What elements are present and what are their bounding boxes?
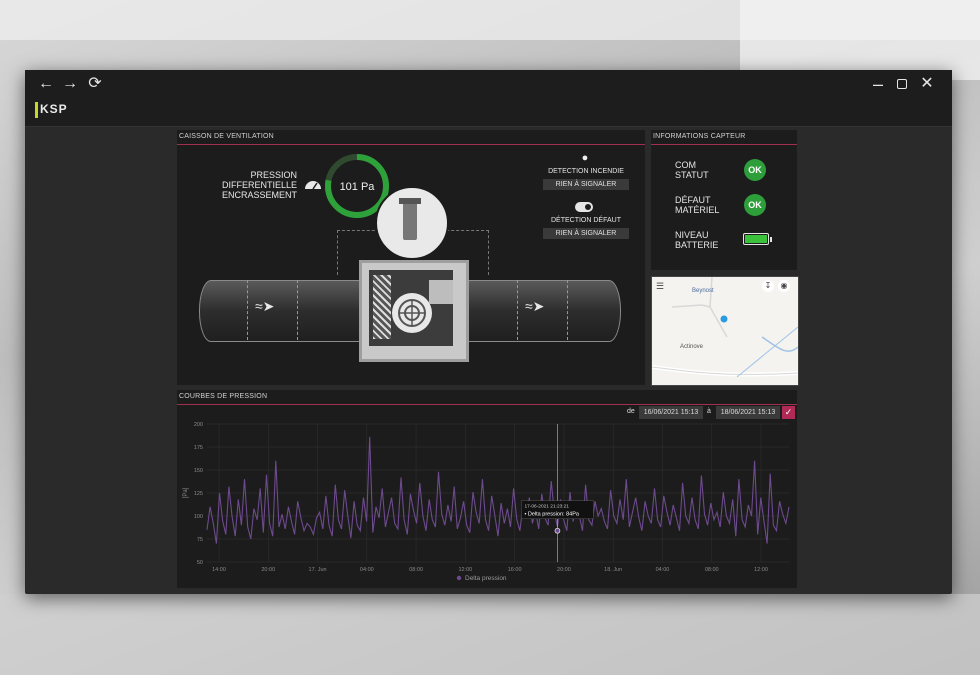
y-tick-label: 50: [197, 560, 203, 566]
y-tick-label: 150: [194, 468, 203, 474]
caisson-panel: CAISSON DE VENTILATION PRESSION DIFFEREN…: [177, 130, 645, 385]
map-label: Beynost: [692, 288, 714, 294]
x-tick-label: 16:00: [508, 567, 522, 573]
maximize-icon[interactable]: [893, 75, 911, 93]
legend-label: Delta pression: [465, 575, 507, 582]
pressure-label: PRESSION DIFFERENTIELLE ENCRASSEMENT: [221, 170, 297, 200]
x-tick-label: 04:00: [360, 567, 374, 573]
background-duct: [740, 0, 980, 80]
arrow-left-icon[interactable]: ←: [37, 75, 55, 93]
toggle-icon: [575, 202, 593, 212]
pressure-chart: 200 175 150 125 100 75 50 [Pa] 14:00 20:00 17. Jun…: [183, 422, 790, 582]
svg-text:101 Pa: 101 Pa: [340, 181, 376, 193]
from-date-input[interactable]: 16/06/2021 15:13: [639, 406, 703, 419]
map-label: Actinove: [680, 344, 704, 350]
y-tick-label: 125: [194, 491, 203, 497]
from-label: de: [627, 408, 635, 415]
panel-title: INFORMATIONS CAPTEUR: [653, 133, 746, 140]
y-tick-label: 200: [194, 422, 203, 428]
minimize-icon[interactable]: –: [869, 75, 887, 93]
x-tick-label: 04:00: [656, 567, 670, 573]
series-line: [206, 436, 790, 544]
hardware-fault-badge: OK: [744, 194, 766, 216]
app-window: ← → ⟳ – ✕ KSP CAISSON DE VENTILATION PRE…: [25, 70, 952, 594]
check-icon[interactable]: ✓: [782, 406, 795, 419]
x-tick-label: 12:00: [754, 567, 768, 573]
x-tick-label: 12:00: [458, 567, 472, 573]
battery-level-label: NIVEAU BATTERIE: [675, 230, 719, 250]
x-tick-label: 14:00: [212, 567, 226, 573]
airflow-icon: ≈➤: [255, 298, 275, 314]
close-icon[interactable]: ✕: [918, 75, 936, 93]
panel-title: CAISSON DE VENTILATION: [179, 133, 274, 140]
map-panel[interactable]: ☰ ↧ ◉ Beynost Actinove: [651, 276, 799, 386]
com-status-label: COM STATUT: [675, 160, 709, 180]
gauge-icon: [305, 181, 321, 190]
x-tick-label: 20:00: [557, 567, 571, 573]
logo-bar: KSP: [25, 98, 952, 127]
to-label: à: [707, 408, 711, 415]
to-date-input[interactable]: 18/06/2021 15:13: [716, 406, 780, 419]
battery-icon: [743, 233, 772, 245]
arrow-right-icon[interactable]: →: [61, 75, 79, 93]
refresh-icon[interactable]: ⟳: [86, 75, 104, 93]
eye-icon[interactable]: ◉: [778, 280, 790, 292]
tooltip-point: [554, 527, 561, 534]
title-bar: ← → ⟳ – ✕: [25, 70, 952, 98]
x-tick-label: 17. Jun: [309, 567, 327, 573]
map-roads: [652, 277, 798, 378]
menu-icon[interactable]: ☰: [656, 281, 664, 292]
x-tick-label: 20:00: [261, 567, 275, 573]
fire-status-chip: RIEN À SIGNALER: [543, 179, 629, 190]
sensor-icon: [403, 200, 417, 240]
tooltip-value: • Delta pression: 84Pa: [524, 512, 579, 518]
x-tick-label: 08:00: [705, 567, 719, 573]
background-duct: [0, 594, 980, 675]
fire-icon: ●: [581, 152, 589, 164]
y-tick-label: 100: [194, 514, 203, 520]
fire-detection-label: DETECTION INCENDIE: [548, 168, 624, 175]
x-tick-label: 18. Jun: [604, 567, 622, 573]
y-axis-label: [Pa]: [183, 487, 189, 498]
y-tick-label: 175: [194, 445, 203, 451]
airflow-icon: ≈➤: [525, 298, 545, 314]
x-tick-label: 08:00: [409, 567, 423, 573]
fault-status-chip: RIEN À SIGNALER: [543, 228, 629, 239]
tooltip-time: 17-06-2021 21:23:21: [524, 504, 569, 510]
fault-detection-label: DÉTECTION DÉFAUT: [550, 217, 621, 224]
y-tick-label: 75: [197, 537, 203, 543]
panel-title: COURBES DE PRESSION: [179, 393, 268, 400]
curves-panel: COURBES DE PRESSION de 16/06/2021 15:13 …: [177, 390, 797, 588]
sensor-panel: INFORMATIONS CAPTEUR COM STATUT OK DÉFAUT…: [651, 130, 797, 270]
download-icon[interactable]: ↧: [762, 280, 774, 292]
legend-marker: [456, 575, 462, 581]
hardware-fault-label: DÉFAUT MATÉRIEL: [675, 195, 720, 215]
com-status-badge: OK: [744, 159, 766, 181]
logo: KSP: [35, 102, 68, 118]
